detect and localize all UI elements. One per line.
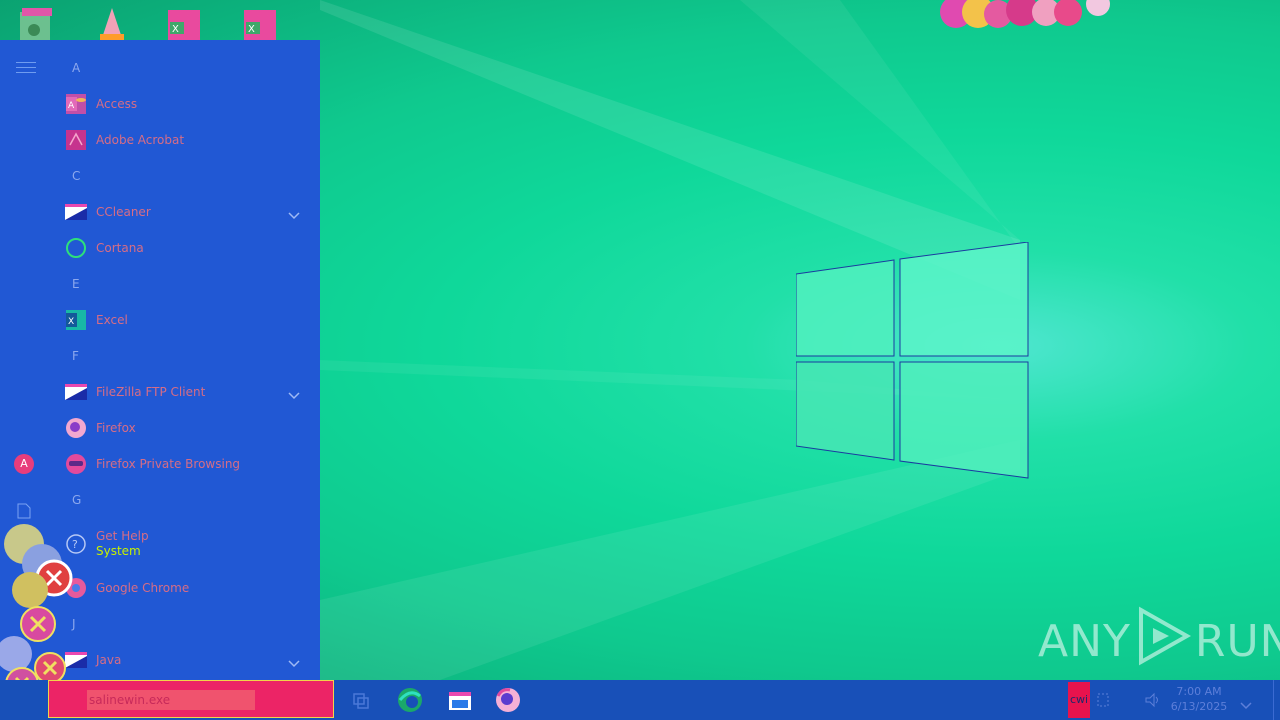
app-excel[interactable]: X Excel [58,302,318,338]
notifications-chevron-icon[interactable] [1240,696,1252,710]
access-icon: A [64,92,88,116]
app-cortana[interactable]: Cortana [58,230,318,266]
start-menu: A A A Access Adobe Acrobat C CCleaner Co… [0,40,320,680]
help-icon: ? [64,532,88,556]
firefox-taskbar-icon[interactable] [494,686,522,714]
taskbar-clock[interactable]: 7:00 AM 6/13/2025 [1160,684,1238,714]
group-letter-a[interactable]: A [58,50,318,86]
show-desktop-button[interactable] [1273,680,1280,720]
folder-icon [64,648,88,672]
app-firefox-private[interactable]: Firefox Private Browsing [58,446,318,482]
hamburger-menu-icon[interactable] [16,62,36,76]
error-icon-cluster-top [938,0,1128,28]
app-label: Google Chrome [96,581,190,595]
group-letter-j[interactable]: J [58,606,318,642]
taskbar: salinewin.exe cwi 7:00 AM 6/13/2025 [0,680,1280,720]
app-filezilla[interactable]: FileZilla FTP Client [58,374,318,410]
app-access[interactable]: A Access [58,86,318,122]
excel-file-icon[interactable]: X [162,4,206,44]
watermark-left: ANY [1038,615,1131,667]
excel-file-icon[interactable]: X [238,4,282,44]
svg-text:X: X [68,317,74,327]
search-input[interactable]: salinewin.exe [87,690,255,710]
app-sublabel: System [96,544,141,558]
app-label: Cortana [96,241,144,255]
group-letter-c[interactable]: C [58,158,318,194]
app-label: Adobe Acrobat [96,133,185,147]
svg-text:?: ? [72,538,78,551]
app-label: FileZilla FTP Client [96,385,206,399]
app-get-help[interactable]: ? Get Help System [58,518,318,570]
firefox-private-icon [64,452,88,476]
folder-icon [64,200,88,224]
app-label: Java [96,653,122,667]
group-letter-e[interactable]: E [58,266,318,302]
acrobat-icon [64,128,88,152]
group-letter-f[interactable]: F [58,338,318,374]
app-label: Access [96,97,138,111]
chrome-icon [64,576,88,600]
watermark-right: RUN [1194,615,1280,667]
app-label: Firefox Private Browsing [96,457,241,471]
vlc-icon[interactable] [90,4,134,44]
chevron-down-icon[interactable] [288,386,300,400]
app-adobe-acrobat[interactable]: Adobe Acrobat [58,122,318,158]
app-label: Get Help [96,529,149,543]
documents-icon[interactable] [17,503,31,519]
taskbar-search-box[interactable]: salinewin.exe [48,680,334,718]
svg-text:X: X [172,24,179,35]
app-ccleaner[interactable]: CCleaner [58,194,318,230]
app-java[interactable]: Java [58,642,318,678]
start-rail: A [0,40,50,680]
anyrun-watermark: ANY RUN [1038,606,1280,672]
folder-icon [64,380,88,404]
network-icon[interactable] [1096,692,1110,708]
svg-text:A: A [68,101,75,111]
clock-time: 7:00 AM [1176,685,1222,698]
chevron-down-icon[interactable] [288,654,300,668]
svg-text:X: X [248,24,255,35]
app-label: Excel [96,313,128,327]
app-list: A A Access Adobe Acrobat C CCleaner Cort… [58,50,318,678]
windows-logo [795,241,1030,480]
desktop-app-icon[interactable] [14,4,58,44]
clock-date: 6/13/2025 [1170,700,1228,713]
task-view-button[interactable] [346,686,374,714]
chevron-down-icon[interactable] [288,206,300,220]
file-explorer-icon[interactable] [446,686,474,714]
app-firefox[interactable]: Firefox [58,410,318,446]
firefox-icon [64,416,88,440]
play-icon [1135,606,1191,677]
app-google-chrome[interactable]: Google Chrome [58,570,318,606]
tray-app-icon[interactable]: cwi [1068,682,1090,718]
volume-icon[interactable] [1144,692,1160,708]
edge-icon[interactable] [396,686,424,714]
excel-icon: X [64,308,88,332]
app-label: Firefox [96,421,136,435]
cortana-icon [64,236,88,260]
user-avatar[interactable]: A [14,454,34,474]
app-label-with-sub: Get Help System [96,529,149,559]
group-letter-g[interactable]: G [58,482,318,518]
app-label: CCleaner [96,205,151,219]
